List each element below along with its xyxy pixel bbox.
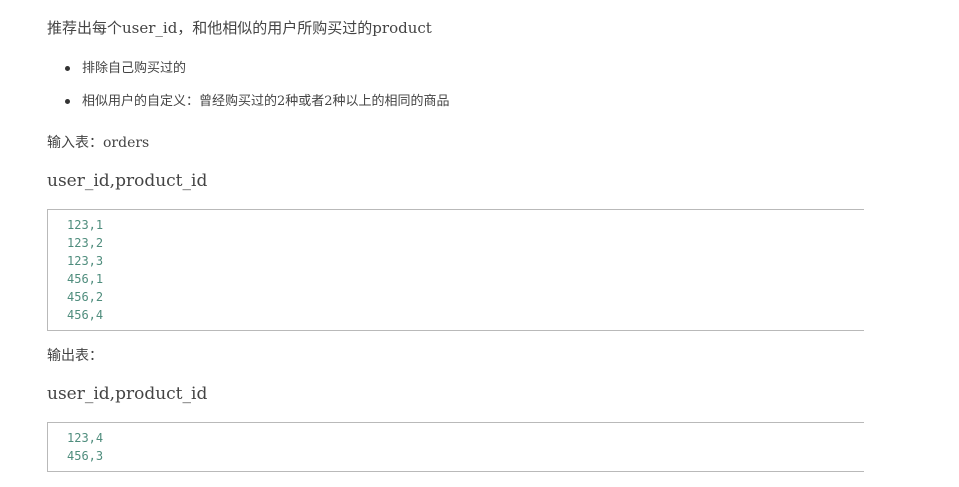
output-code-block: 123,4 456,3 bbox=[47, 422, 864, 472]
rule-text: 排除自己购买过的 bbox=[82, 61, 187, 76]
code-line: 456,4 bbox=[67, 308, 104, 322]
bullet-icon bbox=[65, 99, 70, 104]
code-line: 456,1 bbox=[67, 272, 104, 286]
list-item: 排除自己购买过的 bbox=[47, 58, 450, 80]
input-code-block: 123,1 123,2 123,3 456,1 456,2 456,4 bbox=[47, 209, 864, 331]
code-line: 123,2 bbox=[67, 236, 104, 250]
output-table-label: 输出表： bbox=[47, 348, 103, 364]
code-line: 456,2 bbox=[67, 290, 104, 304]
output-table-header: user_id,product_id bbox=[47, 384, 208, 404]
list-item: 相似用户的自定义：曾经购买过的2种或者2种以上的相同的商品 bbox=[47, 91, 450, 113]
code-line: 123,1 bbox=[67, 218, 104, 232]
code-line: 123,3 bbox=[67, 254, 104, 268]
rules-list: 排除自己购买过的 相似用户的自定义：曾经购买过的2种或者2种以上的相同的商品 bbox=[47, 58, 450, 124]
input-table-label: 输入表：orders bbox=[47, 135, 150, 151]
rule-text: 相似用户的自定义：曾经购买过的2种或者2种以上的相同的商品 bbox=[82, 94, 450, 109]
code-line: 123,4 bbox=[67, 431, 104, 445]
input-table-header: user_id,product_id bbox=[47, 171, 208, 191]
code-line: 456,3 bbox=[67, 449, 104, 463]
intro-paragraph: 推荐出每个user_id，和他相似的用户所购买过的product bbox=[47, 19, 432, 37]
bullet-icon bbox=[65, 66, 70, 71]
